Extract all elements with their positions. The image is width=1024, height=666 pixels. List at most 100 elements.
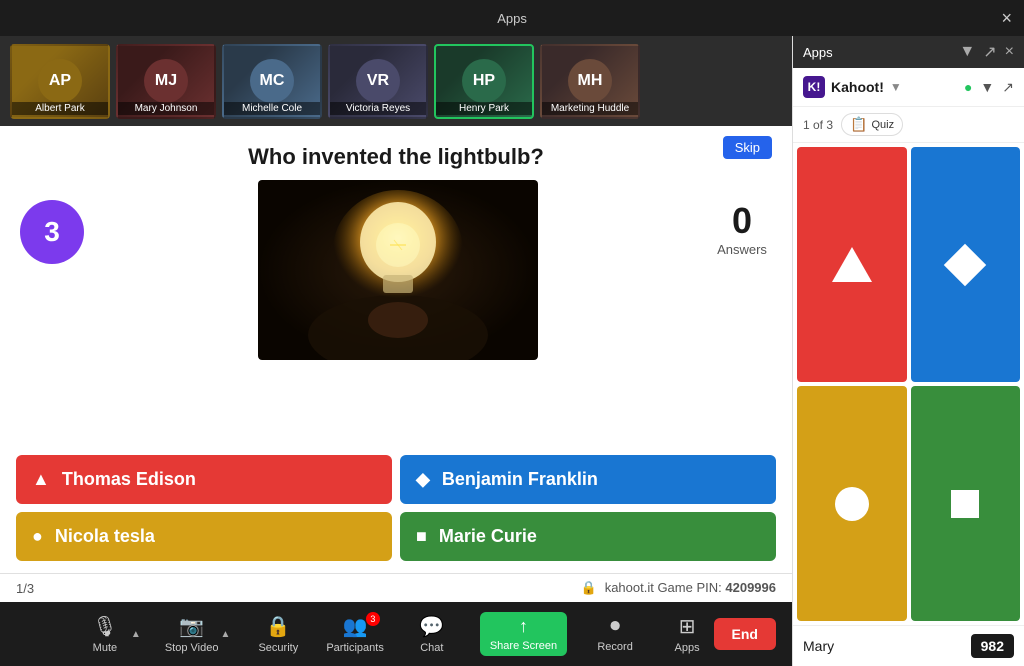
apps-title: Apps: [497, 11, 527, 26]
record-label: Record: [597, 641, 632, 653]
quiz-badge-icon: 📋: [850, 116, 867, 133]
shape-cell-triangle[interactable]: [797, 147, 907, 382]
top-bar: Apps ×: [0, 0, 1024, 36]
avatar-1: AP: [38, 59, 82, 103]
apps-label: Apps: [675, 642, 700, 654]
kahoot-header-icons: ● ▼ ↗: [964, 79, 1014, 96]
timer-value: 3: [44, 216, 60, 248]
game-pin-info: 🔒 kahoot.it Game PIN: 4209996: [581, 580, 776, 596]
apps-control[interactable]: ⊞ Apps: [663, 614, 711, 654]
kahoot-content: Who invented the lightbulb? 3: [0, 126, 792, 602]
mute-icon: 🎙: [92, 614, 117, 639]
question-text: Who invented the lightbulb?: [20, 144, 772, 170]
kahoot-sidebar: Apps ▼ ↗ × K! Kahoot! ▼ ● ▼ ↗ 1 of 3: [792, 36, 1024, 666]
sidebar-filter-icon[interactable]: ▼: [959, 43, 975, 61]
answer-icon-b: ◆: [416, 469, 430, 490]
stop-video-control[interactable]: 📷 Stop Video: [165, 614, 219, 654]
lightbulb-image: [258, 180, 538, 360]
record-control[interactable]: ⏺ Record: [591, 615, 639, 653]
participant-name-4: Victoria Reyes: [330, 102, 426, 115]
answer-button-b[interactable]: ◆ Benjamin Franklin: [400, 455, 776, 504]
triangle-shape: [832, 247, 872, 282]
leaderboard-row: Mary 982: [793, 625, 1024, 666]
shape-cell-diamond[interactable]: [911, 147, 1021, 382]
answer-label-b: Benjamin Franklin: [442, 469, 598, 490]
camera-icon: 📷: [179, 614, 204, 639]
security-label: Security: [258, 642, 298, 654]
mute-chevron[interactable]: ▲: [131, 629, 141, 640]
kahoot-green-icon[interactable]: ●: [964, 79, 972, 95]
security-control[interactable]: 🔒 Security: [254, 614, 302, 654]
sidebar-icons: ▼ ↗ ×: [959, 42, 1014, 62]
avatar-5: HP: [462, 59, 506, 103]
share-screen-control[interactable]: ↑ Share Screen: [480, 612, 567, 656]
participants-icon: 👥: [343, 614, 368, 639]
mute-label: Mute: [93, 642, 117, 654]
sidebar-topbar: Apps ▼ ↗ ×: [793, 36, 1024, 68]
page-counter: 1/3: [16, 581, 34, 596]
timer-circle: 3: [20, 200, 84, 264]
video-thumb-3[interactable]: MC Michelle Cole: [222, 44, 322, 119]
answer-button-c[interactable]: ● Nicola tesla: [16, 512, 392, 561]
circle-shape: [835, 487, 869, 521]
question-header: Who invented the lightbulb?: [0, 126, 792, 180]
zoom-panel: AP Albert Park MJ Mary Johnson MC Michel…: [0, 36, 792, 666]
question-bar: 1 of 3 📋 Quiz: [793, 107, 1024, 143]
kahoot-external-icon[interactable]: ↗: [1002, 79, 1014, 96]
video-thumb-5[interactable]: HP Henry Park: [434, 44, 534, 119]
mute-control[interactable]: 🎙 Mute: [81, 614, 129, 654]
apps-icon: ⊞: [679, 614, 696, 639]
diamond-shape: [944, 243, 986, 285]
chat-control[interactable]: 💬 Chat: [408, 614, 456, 654]
answer-icon-d: ■: [416, 526, 427, 547]
participant-name-3: Michelle Cole: [224, 102, 320, 115]
video-thumb-2[interactable]: MJ Mary Johnson: [116, 44, 216, 119]
participants-label: Participants: [326, 642, 383, 654]
answer-label-a: Thomas Edison: [62, 469, 196, 490]
kahoot-app-name: Kahoot!: [831, 79, 884, 95]
avatar-6: MH: [568, 59, 612, 103]
answer-button-a[interactable]: ▲ Thomas Edison: [16, 455, 392, 504]
participant-name-2: Mary Johnson: [118, 102, 214, 115]
kahoot-app-header: K! Kahoot! ▼ ● ▼ ↗: [793, 68, 1024, 107]
shape-grid: [793, 143, 1024, 625]
close-icon[interactable]: ×: [1002, 8, 1013, 29]
footer-info: 1/3 🔒 kahoot.it Game PIN: 4209996: [0, 573, 792, 602]
answer-button-d[interactable]: ■ Marie Curie: [400, 512, 776, 561]
skip-button[interactable]: Skip: [723, 136, 772, 159]
participant-name-1: Albert Park: [12, 102, 108, 115]
kahoot-chevron-icon: ▼: [890, 80, 902, 94]
gamepin-label: kahoot.it Game PIN:: [605, 580, 722, 595]
shape-cell-square[interactable]: [911, 386, 1021, 621]
leader-score: 982: [971, 634, 1014, 658]
kahoot-logo-area[interactable]: K! Kahoot! ▼: [803, 76, 902, 98]
image-area: [100, 180, 696, 360]
answer-icon-c: ●: [32, 526, 43, 547]
chat-icon: 💬: [419, 614, 444, 639]
participant-name-5: Henry Park: [436, 102, 532, 115]
kahoot-filter-icon[interactable]: ▼: [980, 79, 994, 95]
kahoot-logo: K!: [803, 76, 825, 98]
video-bar: AP Albert Park MJ Mary Johnson MC Michel…: [0, 36, 792, 126]
avatar-3: MC: [250, 59, 294, 103]
video-thumb-4[interactable]: VR Victoria Reyes: [328, 44, 428, 119]
main-area: AP Albert Park MJ Mary Johnson MC Michel…: [0, 36, 1024, 666]
answers-count: 0 Answers: [712, 180, 772, 257]
quiz-badge: 📋 Quiz: [841, 113, 903, 136]
sidebar-external-icon[interactable]: ↗: [983, 42, 996, 62]
end-button[interactable]: End: [714, 618, 776, 650]
share-screen-icon: ↑: [519, 616, 528, 637]
quiz-badge-label: Quiz: [871, 119, 894, 131]
leader-name: Mary: [803, 638, 834, 654]
video-thumb-6[interactable]: MH Marketing Huddle: [540, 44, 640, 119]
zoom-bottom-bar: 🎙 Mute ▲ 📷 Stop Video ▲ 🔒 Security 👥: [0, 602, 792, 666]
record-icon: ⏺: [610, 615, 620, 638]
question-counter: 1 of 3: [803, 118, 833, 132]
shape-cell-circle[interactable]: [797, 386, 907, 621]
answers-number: 0: [712, 200, 772, 242]
sidebar-close-icon[interactable]: ×: [1005, 43, 1014, 61]
participants-control[interactable]: 👥 Participants 3: [326, 614, 383, 654]
question-body: 3: [0, 180, 792, 443]
video-chevron[interactable]: ▲: [220, 629, 230, 640]
video-thumb-1[interactable]: AP Albert Park: [10, 44, 110, 119]
